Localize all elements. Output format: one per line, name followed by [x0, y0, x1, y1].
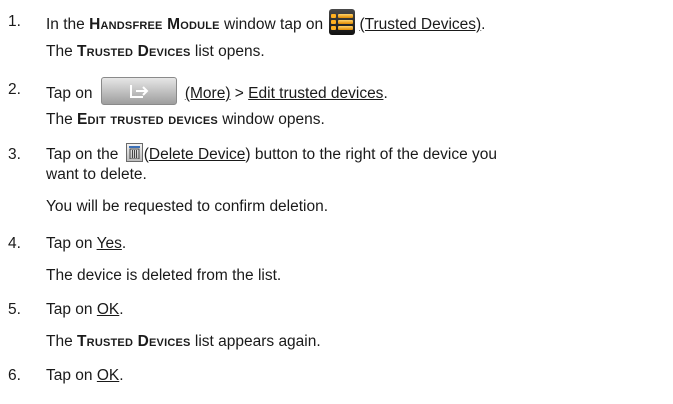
delete-device-icon: [125, 143, 143, 163]
more-button[interactable]: [100, 77, 177, 105]
step-action: Tap on OK.: [46, 301, 124, 318]
yes-link[interactable]: Yes: [97, 235, 122, 252]
action-text: In the: [46, 16, 90, 34]
step-body: Tap on the (Delete Device) button to the…: [46, 143, 669, 217]
step-result: The device is deleted from the list.: [46, 267, 282, 284]
step-action-continued: want to delete.: [46, 166, 147, 183]
ok-link[interactable]: OK: [97, 301, 119, 318]
delete-device-link[interactable]: Delete Device: [149, 146, 246, 163]
step-body: Tap on OK.: [46, 366, 669, 386]
step-body: Tap on Yes. The device is deleted from t…: [46, 234, 669, 286]
step-action: Tap on the (Delete Device) button to the…: [46, 143, 669, 165]
trusted-devices-link[interactable]: (Trusted Devices): [359, 16, 481, 33]
more-arrow-icon: [129, 85, 149, 98]
step-body: Tap on OK. The Trusted Devices list appe…: [46, 300, 669, 352]
step-result: You will be requested to confirm deletio…: [46, 198, 329, 215]
step-number: 2.: [8, 81, 21, 98]
more-link[interactable]: (More): [185, 85, 231, 102]
step-action: Tap on OK.: [46, 367, 124, 384]
step-number: 1.: [8, 13, 21, 30]
step-number: 3.: [8, 146, 21, 163]
action-text: window tap on: [219, 16, 328, 34]
trash-icon: [128, 146, 140, 160]
step-number: 6.: [8, 367, 21, 384]
step-result: The Trusted Devices list opens.: [46, 43, 265, 60]
step-result: The Trusted Devices list appears again.: [46, 333, 321, 350]
edit-trusted-devices-link[interactable]: Edit trusted devices: [248, 85, 383, 102]
step-action: Tap on Yes.: [46, 235, 127, 252]
step-number: 5.: [8, 301, 21, 318]
list-name: Trusted Devices: [77, 43, 191, 60]
step-body: In the Handsfree Module window tap on (T…: [46, 9, 669, 62]
window-name: Handsfree Module: [89, 16, 220, 34]
instruction-steps: 1. In the Handsfree Module window tap on…: [0, 0, 673, 404]
step-action: In the Handsfree Module window tap on (T…: [46, 9, 669, 35]
step-result: The Edit trusted devices window opens.: [46, 111, 325, 128]
step-action: Tap on (More) > Edit trusted devices.: [46, 77, 669, 105]
step-number: 4.: [8, 235, 21, 252]
list-name: Trusted Devices: [77, 333, 191, 350]
window-name: Edit trusted devices: [77, 111, 218, 128]
trusted-devices-icon: [329, 9, 356, 35]
ok-link[interactable]: OK: [97, 367, 119, 384]
step-body: Tap on (More) > Edit trusted devices. Th…: [46, 77, 669, 130]
